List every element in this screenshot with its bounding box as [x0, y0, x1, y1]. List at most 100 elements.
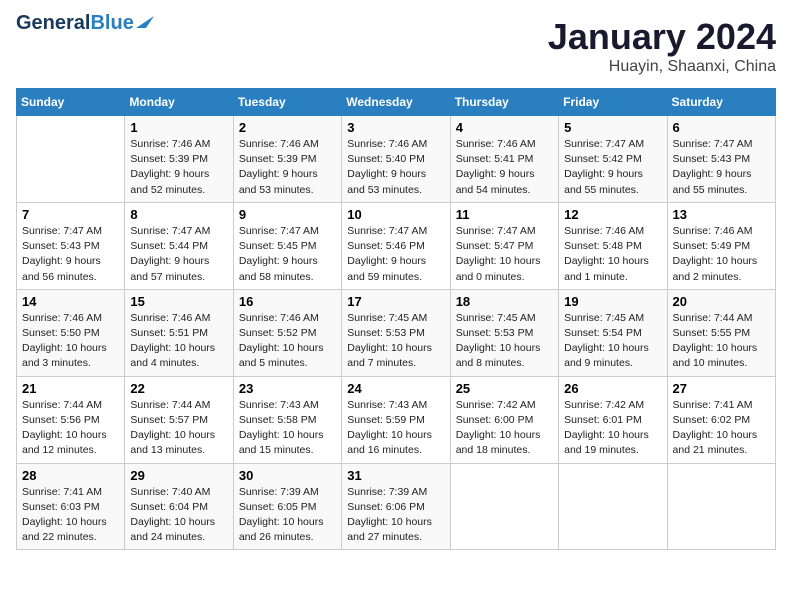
day-number: 12	[564, 207, 661, 222]
day-info: Sunrise: 7:47 AMSunset: 5:45 PMDaylight:…	[239, 224, 336, 285]
day-number: 9	[239, 207, 336, 222]
day-number: 23	[239, 381, 336, 396]
day-number: 6	[673, 120, 770, 135]
day-number: 3	[347, 120, 444, 135]
day-info: Sunrise: 7:47 AMSunset: 5:43 PMDaylight:…	[673, 137, 770, 198]
day-number: 19	[564, 294, 661, 309]
day-info: Sunrise: 7:39 AMSunset: 6:05 PMDaylight:…	[239, 485, 336, 546]
calendar-cell: 31 Sunrise: 7:39 AMSunset: 6:06 PMDayligh…	[342, 463, 450, 550]
day-info: Sunrise: 7:44 AMSunset: 5:57 PMDaylight:…	[130, 398, 227, 459]
calendar-cell: 10 Sunrise: 7:47 AMSunset: 5:46 PMDayligh…	[342, 202, 450, 289]
day-number: 14	[22, 294, 119, 309]
day-number: 10	[347, 207, 444, 222]
calendar-cell: 28Sunrise: 7:41 AMSunset: 6:03 PMDayligh…	[17, 463, 125, 550]
calendar-header-row: SundayMondayTuesdayWednesdayThursdayFrid…	[17, 89, 776, 116]
day-info: Sunrise: 7:42 AMSunset: 6:01 PMDaylight:…	[564, 398, 661, 459]
day-info: Sunrise: 7:39 AMSunset: 6:06 PMDaylight:…	[347, 485, 444, 546]
day-info: Sunrise: 7:47 AMSunset: 5:47 PMDaylight:…	[456, 224, 553, 285]
day-info: Sunrise: 7:47 AMSunset: 5:46 PMDaylight:…	[347, 224, 444, 285]
day-info: Sunrise: 7:42 AMSunset: 6:00 PMDaylight:…	[456, 398, 553, 459]
calendar-cell: 13 Sunrise: 7:46 AMSunset: 5:49 PMDayligh…	[667, 202, 775, 289]
day-info: Sunrise: 7:46 AMSunset: 5:50 PMDaylight:…	[22, 311, 119, 372]
calendar-cell: 18Sunrise: 7:45 AMSunset: 5:53 PMDayligh…	[450, 289, 558, 376]
day-info: Sunrise: 7:47 AMSunset: 5:44 PMDaylight:…	[130, 224, 227, 285]
day-number: 7	[22, 207, 119, 222]
day-info: Sunrise: 7:47 AMSunset: 5:43 PMDaylight:…	[22, 224, 119, 285]
day-info: Sunrise: 7:44 AMSunset: 5:56 PMDaylight:…	[22, 398, 119, 459]
calendar-week-row: 14 Sunrise: 7:46 AMSunset: 5:50 PMDayligh…	[17, 289, 776, 376]
day-number: 22	[130, 381, 227, 396]
logo-general: General	[16, 12, 90, 35]
calendar-cell: 1 Sunrise: 7:46 AMSunset: 5:39 PMDaylight…	[125, 116, 233, 203]
calendar-week-row: 7 Sunrise: 7:47 AMSunset: 5:43 PMDaylight…	[17, 202, 776, 289]
day-info: Sunrise: 7:43 AMSunset: 5:58 PMDaylight:…	[239, 398, 336, 459]
day-number: 4	[456, 120, 553, 135]
page-header: General Blue General Blue January 2024 H…	[16, 16, 776, 76]
day-number: 13	[673, 207, 770, 222]
day-number: 1	[130, 120, 227, 135]
title-area: January 2024 Huayin, Shaanxi, China	[548, 16, 776, 76]
col-header-saturday: Saturday	[667, 89, 775, 116]
calendar-week-row: 21 Sunrise: 7:44 AMSunset: 5:56 PMDayligh…	[17, 376, 776, 463]
calendar-week-row: 1 Sunrise: 7:46 AMSunset: 5:39 PMDaylight…	[17, 116, 776, 203]
calendar-cell: 12 Sunrise: 7:46 AMSunset: 5:48 PMDayligh…	[559, 202, 667, 289]
day-number: 21	[22, 381, 119, 396]
day-info: Sunrise: 7:46 AMSunset: 5:51 PMDaylight:…	[130, 311, 227, 372]
col-header-sunday: Sunday	[17, 89, 125, 116]
calendar-cell: 26Sunrise: 7:42 AMSunset: 6:01 PMDayligh…	[559, 376, 667, 463]
day-info: Sunrise: 7:46 AMSunset: 5:40 PMDaylight:…	[347, 137, 444, 198]
day-number: 18	[456, 294, 553, 309]
col-header-friday: Friday	[559, 89, 667, 116]
day-info: Sunrise: 7:44 AMSunset: 5:55 PMDaylight:…	[673, 311, 770, 372]
day-number: 17	[347, 294, 444, 309]
calendar-cell: 25Sunrise: 7:42 AMSunset: 6:00 PMDayligh…	[450, 376, 558, 463]
calendar-cell: 11 Sunrise: 7:47 AMSunset: 5:47 PMDayligh…	[450, 202, 558, 289]
calendar-cell: 22 Sunrise: 7:44 AMSunset: 5:57 PMDayligh…	[125, 376, 233, 463]
calendar-cell: 19 Sunrise: 7:45 AMSunset: 5:54 PMDayligh…	[559, 289, 667, 376]
day-number: 29	[130, 468, 227, 483]
day-info: Sunrise: 7:47 AMSunset: 5:42 PMDaylight:…	[564, 137, 661, 198]
day-number: 31	[347, 468, 444, 483]
calendar-cell: 23 Sunrise: 7:43 AMSunset: 5:58 PMDayligh…	[233, 376, 341, 463]
calendar-cell: 14 Sunrise: 7:46 AMSunset: 5:50 PMDayligh…	[17, 289, 125, 376]
calendar-cell: 8Sunrise: 7:47 AMSunset: 5:44 PMDaylight…	[125, 202, 233, 289]
col-header-monday: Monday	[125, 89, 233, 116]
calendar-cell: 4 Sunrise: 7:46 AMSunset: 5:41 PMDaylight…	[450, 116, 558, 203]
calendar-cell: 3 Sunrise: 7:46 AMSunset: 5:40 PMDaylight…	[342, 116, 450, 203]
day-info: Sunrise: 7:45 AMSunset: 5:54 PMDaylight:…	[564, 311, 661, 372]
day-info: Sunrise: 7:46 AMSunset: 5:39 PMDaylight:…	[130, 137, 227, 198]
calendar-cell: 9 Sunrise: 7:47 AMSunset: 5:45 PMDaylight…	[233, 202, 341, 289]
day-number: 27	[673, 381, 770, 396]
col-header-wednesday: Wednesday	[342, 89, 450, 116]
day-info: Sunrise: 7:46 AMSunset: 5:48 PMDaylight:…	[564, 224, 661, 285]
calendar-cell: 15 Sunrise: 7:46 AMSunset: 5:51 PMDayligh…	[125, 289, 233, 376]
calendar-cell: 24 Sunrise: 7:43 AMSunset: 5:59 PMDayligh…	[342, 376, 450, 463]
col-header-thursday: Thursday	[450, 89, 558, 116]
day-info: Sunrise: 7:41 AMSunset: 6:03 PMDaylight:…	[22, 485, 119, 546]
calendar-cell: 16Sunrise: 7:46 AMSunset: 5:52 PMDayligh…	[233, 289, 341, 376]
day-number: 5	[564, 120, 661, 135]
day-info: Sunrise: 7:46 AMSunset: 5:41 PMDaylight:…	[456, 137, 553, 198]
calendar-cell: 29Sunrise: 7:40 AMSunset: 6:04 PMDayligh…	[125, 463, 233, 550]
calendar-cell	[450, 463, 558, 550]
calendar-week-row: 28Sunrise: 7:41 AMSunset: 6:03 PMDayligh…	[17, 463, 776, 550]
day-number: 11	[456, 207, 553, 222]
calendar-cell: 7 Sunrise: 7:47 AMSunset: 5:43 PMDaylight…	[17, 202, 125, 289]
calendar-cell: 20 Sunrise: 7:44 AMSunset: 5:55 PMDayligh…	[667, 289, 775, 376]
calendar-cell: 21 Sunrise: 7:44 AMSunset: 5:56 PMDayligh…	[17, 376, 125, 463]
day-number: 20	[673, 294, 770, 309]
day-number: 15	[130, 294, 227, 309]
calendar-cell	[559, 463, 667, 550]
day-info: Sunrise: 7:41 AMSunset: 6:02 PMDaylight:…	[673, 398, 770, 459]
calendar-cell: 5 Sunrise: 7:47 AMSunset: 5:42 PMDaylight…	[559, 116, 667, 203]
day-info: Sunrise: 7:43 AMSunset: 5:59 PMDaylight:…	[347, 398, 444, 459]
logo-arrow-icon	[136, 10, 156, 30]
day-number: 24	[347, 381, 444, 396]
month-title: January 2024	[548, 16, 776, 58]
day-info: Sunrise: 7:45 AMSunset: 5:53 PMDaylight:…	[347, 311, 444, 372]
day-info: Sunrise: 7:46 AMSunset: 5:49 PMDaylight:…	[673, 224, 770, 285]
logo: General Blue General Blue	[16, 16, 156, 35]
logo-blue-text: Blue	[90, 12, 133, 35]
day-info: Sunrise: 7:46 AMSunset: 5:39 PMDaylight:…	[239, 137, 336, 198]
calendar-cell	[667, 463, 775, 550]
